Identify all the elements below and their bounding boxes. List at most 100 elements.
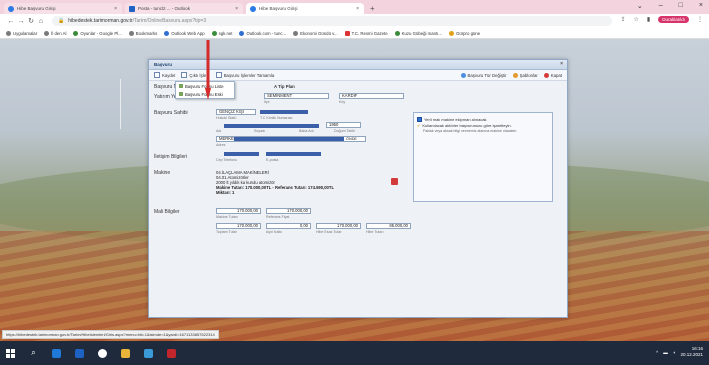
bookmark-item[interactable]: Bookmarks	[128, 30, 157, 36]
chrome-icon[interactable]	[98, 348, 107, 358]
tab-label: Posta - tuncl2 ... - Outlook	[138, 6, 191, 11]
father-name-sublabel: Baba Adı	[299, 129, 314, 133]
chevron-up-icon[interactable]: ^	[656, 350, 658, 355]
pdf-icon[interactable]	[167, 348, 176, 358]
legal-status-field[interactable]: GENÇİZ KİŞİ	[216, 109, 256, 115]
checkbox[interactable]	[417, 117, 422, 122]
reload-icon[interactable]: ↻	[26, 17, 36, 25]
village-select[interactable]: KARDİF	[339, 93, 404, 99]
url-input[interactable]: 🔒 hibedestek.tarimorman.gov.tr /Tarim/On…	[52, 16, 612, 26]
search-icon[interactable]: ⌕	[29, 348, 38, 358]
star-icon	[128, 30, 134, 36]
maximize-button[interactable]: □	[679, 2, 683, 10]
lock-icon: 🔒	[58, 18, 65, 24]
tab-label: Hibe Başvuru Girişi	[17, 6, 56, 11]
browser-tab[interactable]: Posta - tuncl2 ... - Outlook ×	[125, 3, 243, 14]
clock[interactable]: 16:16 20.12.2021	[680, 346, 703, 358]
edge-icon[interactable]	[52, 348, 61, 358]
sidebar-icon[interactable]: ▮	[647, 16, 650, 23]
grant-base-field[interactable]: 170.000,00	[316, 223, 361, 229]
browser-tab[interactable]: Hibe Başvuru Girişi ×	[4, 3, 122, 14]
star-icon[interactable]: ☆	[634, 16, 639, 23]
machine-amount-sublabel: Makine Tutarı	[216, 215, 238, 219]
redacted-tc-number	[260, 110, 308, 114]
url-host: hibedestek.tarimorman.gov.tr	[68, 18, 133, 24]
save-icon	[154, 72, 160, 78]
application-dialog: Başvuru × Kaydet Çıktı İşle... Başvuru İ…	[148, 40, 568, 318]
new-tab-button[interactable]: +	[370, 3, 375, 14]
document-icon	[179, 92, 183, 96]
outlook-icon	[239, 30, 245, 36]
grant-amount-field[interactable]: 85.000,00	[366, 223, 411, 229]
machine-amount-field[interactable]: 170.000,00	[216, 208, 261, 214]
delete-machine-button[interactable]	[391, 178, 398, 185]
grant-amount-sublabel: Hibe Tutarı	[366, 230, 384, 234]
profile-button[interactable]: Duraklatıldı	[658, 16, 689, 23]
forward-icon[interactable]: →	[16, 18, 26, 25]
close-icon[interactable]: ×	[560, 61, 563, 67]
chevron-down-icon[interactable]: ⌄	[637, 2, 643, 10]
bookmark-item[interactable]: Gürpro güne	[449, 30, 480, 36]
reference-price-field[interactable]: 170.000,00	[266, 208, 311, 214]
folder-icon	[449, 30, 454, 36]
bookmark-item[interactable]: sgk.net	[211, 30, 232, 36]
browser-tab-bar: Hibe Başvuru Girişi × Posta - tuncl2 ...…	[0, 0, 709, 14]
total-amount-field[interactable]: 170.000,00	[216, 223, 261, 229]
complete-button[interactable]: Başvuru İşlemler Tamamla	[215, 72, 274, 78]
refresh-icon	[460, 72, 466, 78]
bookmark-item[interactable]: Uygulamalar	[6, 30, 37, 36]
windows-start-icon[interactable]	[6, 348, 15, 358]
domestic-checkbox-row[interactable]: Yerli malı makine ekipman alınacak	[417, 117, 487, 122]
bookmark-item[interactable]: Kuzu Gübeği mantı...	[394, 30, 442, 36]
share-icon[interactable]: ⇪	[621, 16, 626, 23]
bookmark-item[interactable]: Ekonomi Gündü v...	[293, 30, 338, 36]
tab-label: Hibe Başvuru Girişi	[259, 6, 298, 11]
applicant-label: Başvuru Sahibi	[154, 110, 188, 116]
chrome-active-icon[interactable]	[144, 348, 153, 358]
phone-sublabel: Cep Telefonu	[216, 158, 238, 162]
network-icon[interactable]: ▬	[663, 350, 668, 355]
back-icon[interactable]: ←	[6, 18, 16, 25]
bookmark-item[interactable]: Oyunlar - Google Pl...	[73, 30, 122, 36]
globe-icon	[394, 30, 400, 36]
window-controls: ⌄ – □ ×	[637, 2, 703, 10]
newspaper-icon	[344, 30, 350, 36]
bookmark-item[interactable]: İl den Al	[44, 30, 66, 36]
menu-icon[interactable]: ⋮	[697, 16, 703, 23]
legal-status-sublabel: Hukuki Statü	[216, 116, 237, 120]
system-tray: ^ ▬ ◖ 16:16 20.12.2021	[656, 346, 703, 358]
total-amount-sublabel: Toplam Tutar	[216, 230, 237, 234]
minimize-button[interactable]: –	[659, 2, 663, 10]
in-kind-sublabel: Ayni Katkı	[266, 230, 283, 234]
bookmark-item[interactable]: Outlook Web App	[164, 30, 205, 36]
birth-year-field[interactable]: 1950	[326, 122, 361, 128]
save-button[interactable]: Kaydet	[154, 72, 175, 78]
volume-icon[interactable]: ◖	[673, 350, 676, 355]
close-button[interactable]: Kapat	[543, 72, 562, 78]
district-select[interactable]: SEMİNMENT	[264, 93, 329, 99]
close-window-button[interactable]: ×	[699, 2, 703, 10]
village-sublabel: Köy	[339, 100, 346, 104]
dialog-title: Başvuru	[154, 62, 173, 67]
dialog-title-bar: Başvuru ×	[149, 60, 567, 70]
in-kind-field[interactable]: 0,00	[266, 223, 311, 229]
redacted-phone	[224, 152, 259, 156]
surname-sublabel: Soyadı	[254, 129, 266, 133]
address-bar-actions: ⇪ ☆ ▮ Duraklatıldı ⋮	[621, 16, 703, 23]
wind-turbine	[120, 79, 121, 129]
change-type-button[interactable]: Başvuru Tür Değiştir	[460, 72, 507, 78]
browser-tab-active[interactable]: Hibe Başvuru Girişi ×	[246, 3, 364, 14]
close-icon[interactable]: ×	[114, 6, 117, 12]
bookmark-item[interactable]: T.C. Resmi Gazete	[344, 30, 388, 36]
outlook-icon[interactable]	[75, 348, 84, 358]
bookmark-item[interactable]: Outlook.com - tunc...	[239, 30, 286, 36]
templates-button[interactable]: Şablonlar	[512, 72, 538, 78]
folder-icon[interactable]	[121, 348, 130, 358]
close-icon[interactable]: ×	[356, 6, 359, 12]
finance-label: Mali Bilgiler	[154, 209, 180, 215]
toolbar-right: Başvuru Tür Değiştir Şablonlar Kapat	[460, 72, 562, 78]
reference-price-sublabel: Referans Fiyat	[266, 215, 290, 219]
globe-icon	[250, 5, 256, 12]
home-icon[interactable]: ⌂	[36, 18, 46, 25]
close-icon[interactable]: ×	[235, 6, 238, 12]
